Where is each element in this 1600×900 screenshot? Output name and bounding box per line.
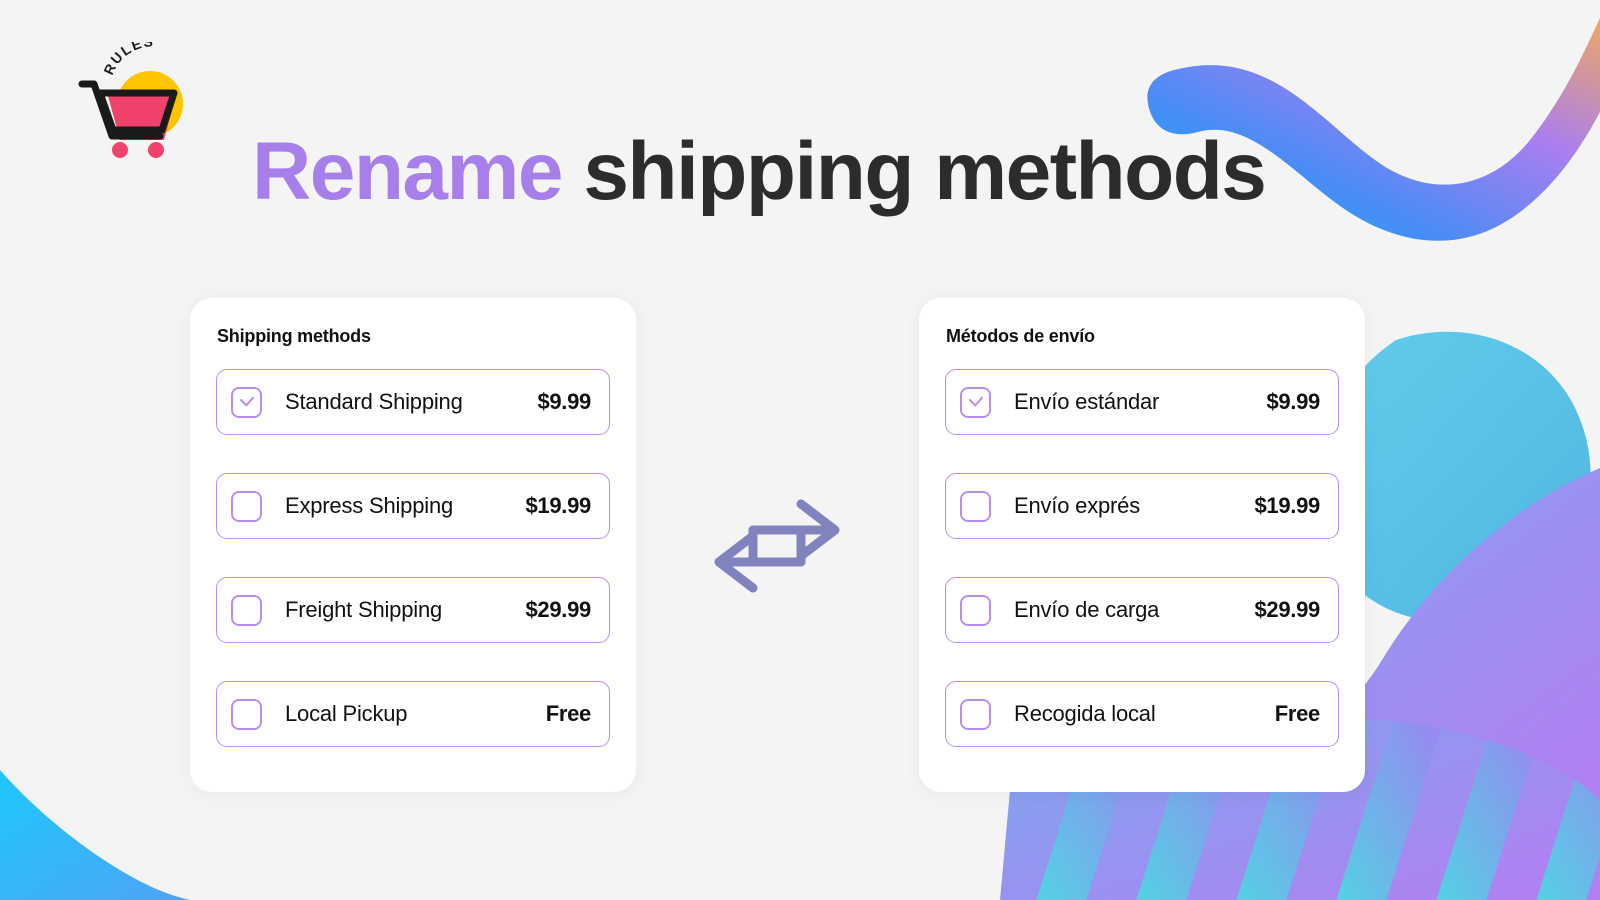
purple-band-bottom <box>1012 793 1600 900</box>
page-title-accent: Rename <box>252 126 564 217</box>
method-row[interactable]: Freight Shipping $29.99 <box>216 577 610 643</box>
checkbox-unchecked-icon[interactable] <box>960 490 991 522</box>
method-label: Standard Shipping <box>285 389 463 414</box>
cart-wheel-left <box>112 142 128 158</box>
checkbox-unchecked-icon[interactable] <box>231 594 262 626</box>
method-price: Free <box>1274 701 1321 726</box>
card-title-right: Métodos de envío <box>946 326 1095 346</box>
poster-canvas: RULES Rename shipping methods Shipping m… <box>0 0 1600 900</box>
method-row[interactable]: Recogida local Free <box>945 681 1339 747</box>
checkbox-unchecked-icon[interactable] <box>231 490 262 522</box>
method-row[interactable]: Envío exprés $19.99 <box>945 473 1339 539</box>
method-label: Envío de carga <box>1014 597 1160 622</box>
method-label: Local Pickup <box>285 701 408 726</box>
method-row[interactable]: Envío de carga $29.99 <box>945 577 1339 643</box>
method-row[interactable]: Local Pickup Free <box>216 681 610 747</box>
method-price: $29.99 <box>1254 597 1321 622</box>
method-label: Freight Shipping <box>285 597 443 622</box>
method-label: Recogida local <box>1014 701 1156 726</box>
cart-wheel-right <box>148 142 164 158</box>
method-label: Express Shipping <box>285 493 454 518</box>
checkbox-checked-icon[interactable] <box>231 386 262 418</box>
page-title-rest: shipping methods <box>562 126 1267 217</box>
method-row[interactable]: Standard Shipping $9.99 <box>216 369 610 435</box>
checkbox-unchecked-icon[interactable] <box>960 698 991 730</box>
checkbox-checked-icon[interactable] <box>960 386 991 418</box>
swap-horizontal-arrows-icon <box>709 498 845 594</box>
shipping-methods-card-translated: Métodos de envío Envío estándar $9.99 En… <box>919 298 1365 792</box>
method-row[interactable]: Envío estándar $9.99 <box>945 369 1339 435</box>
checkbox-unchecked-icon[interactable] <box>960 594 991 626</box>
page-title: Rename shipping methods <box>252 131 1267 213</box>
method-price: $9.99 <box>1266 389 1320 414</box>
blue-blob-bottom-left <box>0 770 190 900</box>
method-label: Envío estándar <box>1014 389 1160 414</box>
shipping-methods-list-left: Standard Shipping $9.99 Express Shipping… <box>216 369 610 747</box>
method-price: $29.99 <box>525 597 592 622</box>
card-title-left: Shipping methods <box>217 326 371 346</box>
shopping-cart-logo: RULES <box>78 42 203 160</box>
shipping-methods-list-right: Envío estándar $9.99 Envío exprés $19.99… <box>945 369 1339 747</box>
method-row[interactable]: Express Shipping $19.99 <box>216 473 610 539</box>
method-price: $19.99 <box>1254 493 1321 518</box>
method-price: $19.99 <box>525 493 592 518</box>
method-price: Free <box>545 701 592 726</box>
method-price: $9.99 <box>537 389 591 414</box>
checkbox-unchecked-icon[interactable] <box>231 698 262 730</box>
method-label: Envío exprés <box>1014 493 1141 518</box>
shipping-methods-card-source: Shipping methods Standard Shipping $9.99… <box>190 298 636 792</box>
